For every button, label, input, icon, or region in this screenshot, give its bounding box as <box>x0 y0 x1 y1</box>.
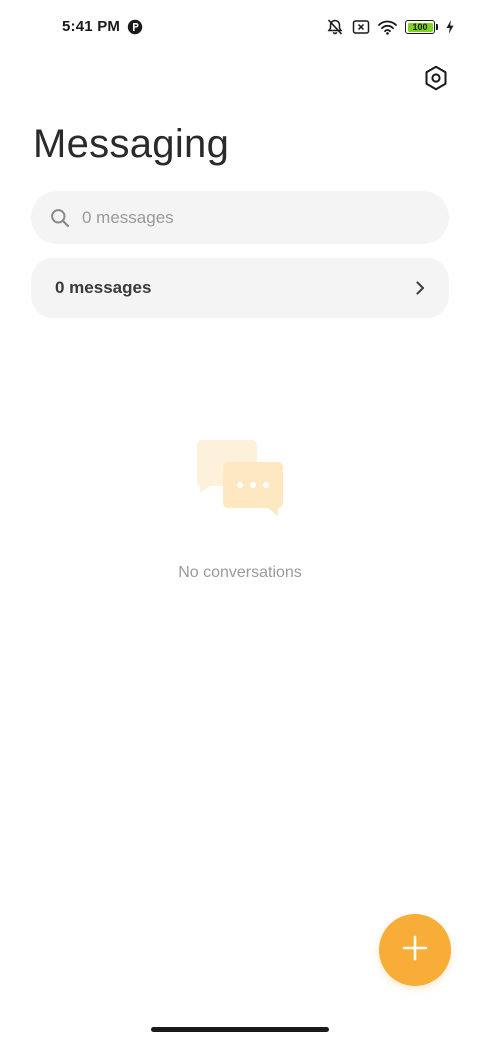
new-conversation-button[interactable] <box>379 914 451 986</box>
battery-icon: 100 <box>405 20 435 34</box>
wifi-icon <box>378 20 397 35</box>
app-notification-icon <box>127 19 143 35</box>
page-title: Messaging <box>33 122 230 166</box>
battery-level: 100 <box>412 21 428 32</box>
search-placeholder: 0 messages <box>82 207 174 227</box>
no-sim-icon <box>352 19 370 35</box>
messages-row[interactable]: 0 messages <box>31 258 449 318</box>
battery-nub <box>436 24 438 30</box>
charging-icon <box>446 20 454 34</box>
settings-button[interactable] <box>418 62 454 98</box>
home-indicator[interactable] <box>151 1027 329 1032</box>
bell-off-icon <box>326 18 344 36</box>
conversations-icon <box>196 438 286 518</box>
status-icons: 100 <box>326 17 454 37</box>
settings-hexagon-icon <box>424 65 448 96</box>
status-time: 5:41 PM <box>62 18 121 35</box>
plus-icon <box>401 934 429 967</box>
status-bar: 5:41 PM 100 <box>0 0 480 56</box>
chevron-right-icon <box>413 281 427 295</box>
messages-row-label: 0 messages <box>55 278 152 297</box>
search-icon <box>50 208 70 228</box>
search-input[interactable]: 0 messages <box>31 191 449 244</box>
empty-state-text: No conversations <box>178 564 302 581</box>
